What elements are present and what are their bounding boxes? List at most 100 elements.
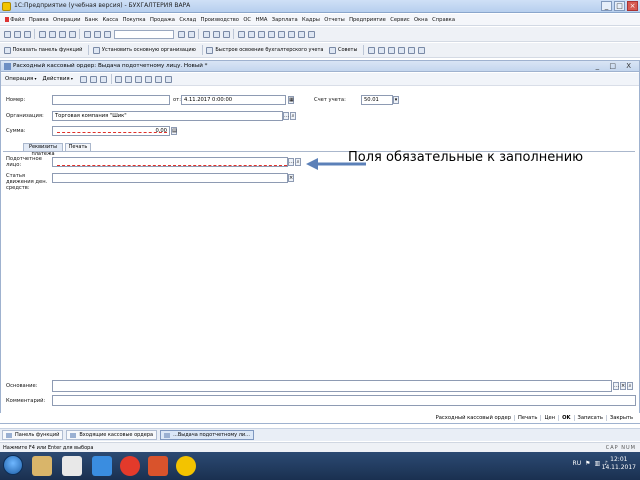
menu-cash[interactable]: Касса bbox=[100, 17, 120, 23]
search-combo[interactable] bbox=[114, 29, 174, 39]
chart-icon[interactable] bbox=[387, 46, 395, 54]
clear-icon[interactable]: × bbox=[288, 174, 294, 182]
window-tab-functions-panel[interactable]: Панель функций bbox=[2, 430, 64, 440]
advice-button[interactable]: Советы bbox=[327, 46, 357, 54]
menu-purchase[interactable]: Покупка bbox=[120, 17, 147, 23]
explorer-icon[interactable] bbox=[32, 456, 52, 476]
menu-operations[interactable]: Операции bbox=[51, 17, 83, 23]
network-icon[interactable]: ▥ bbox=[594, 460, 600, 467]
operation-menu[interactable]: Операция bbox=[5, 76, 37, 82]
window-tab-incoming-orders[interactable]: Входящие кассовые ордера bbox=[66, 430, 158, 440]
search-icon[interactable]: ⌕ bbox=[290, 112, 296, 120]
cut-icon[interactable] bbox=[38, 30, 46, 38]
search-prev-icon[interactable] bbox=[187, 30, 195, 38]
menu-file[interactable]: Файл bbox=[3, 17, 27, 23]
menu-reports[interactable]: Отчеты bbox=[322, 17, 347, 23]
open-icon[interactable] bbox=[13, 30, 21, 38]
menu-help[interactable]: Справка bbox=[430, 17, 457, 23]
ffwd-icon[interactable] bbox=[287, 30, 295, 38]
close-icon[interactable]: × bbox=[627, 1, 638, 11]
menu-enterprise[interactable]: Предприятие bbox=[347, 17, 388, 23]
text-icon[interactable] bbox=[247, 30, 255, 38]
menu-bank[interactable]: Банк bbox=[83, 17, 101, 23]
help-icon[interactable] bbox=[222, 30, 230, 38]
print-form-button[interactable]: Расходный кассовый ордер bbox=[433, 415, 514, 421]
media-player-icon[interactable] bbox=[62, 456, 82, 476]
system-clock[interactable]: 12:01 14.11.2017 bbox=[602, 456, 636, 472]
table-icon[interactable] bbox=[237, 30, 245, 38]
unpost-icon[interactable] bbox=[125, 75, 133, 83]
window-tab-current-document[interactable]: ...Выдача подотчетному ли... bbox=[160, 430, 254, 440]
step-icon[interactable] bbox=[277, 30, 285, 38]
save-button[interactable]: Записать bbox=[573, 415, 606, 421]
help-icon[interactable] bbox=[165, 75, 173, 83]
undo-icon[interactable] bbox=[83, 30, 91, 38]
search-next-icon[interactable] bbox=[177, 30, 185, 38]
document-window-controls[interactable]: _ □ X bbox=[596, 62, 635, 70]
grid-icon[interactable] bbox=[257, 30, 265, 38]
menu-edit[interactable]: Правка bbox=[27, 17, 51, 23]
save-icon[interactable] bbox=[23, 30, 31, 38]
show-functions-panel-button[interactable]: Показать панель функций bbox=[2, 46, 82, 54]
menu-service[interactable]: Сервис bbox=[388, 17, 412, 23]
add-icon[interactable] bbox=[80, 75, 88, 83]
menu-fixed-assets[interactable]: ОС bbox=[241, 17, 253, 23]
structure-icon[interactable] bbox=[145, 75, 153, 83]
start-button-icon[interactable] bbox=[3, 455, 23, 475]
comment-field[interactable] bbox=[52, 395, 636, 406]
play-icon[interactable] bbox=[267, 30, 275, 38]
redo-icon[interactable] bbox=[93, 30, 101, 38]
tab-payment-details[interactable]: Реквизиты платежа bbox=[23, 143, 63, 157]
ellipsis-icon[interactable]: … bbox=[288, 158, 294, 166]
find-icon[interactable] bbox=[103, 30, 111, 38]
post-icon[interactable] bbox=[115, 75, 123, 83]
movements-icon[interactable] bbox=[135, 75, 143, 83]
menu-hr[interactable]: Кадры bbox=[300, 17, 322, 23]
set-main-org-button[interactable]: Установить основную организацию bbox=[91, 46, 196, 54]
dt-kt-icon[interactable] bbox=[155, 75, 163, 83]
date-field[interactable]: 4.11.2017 0:00:00 bbox=[181, 95, 286, 105]
list-icon[interactable] bbox=[417, 46, 425, 54]
tools-icon[interactable] bbox=[297, 30, 305, 38]
calculator-icon[interactable]: ▤ bbox=[171, 127, 177, 135]
calendar-icon[interactable] bbox=[212, 30, 220, 38]
close-button[interactable]: Закрыть bbox=[605, 415, 636, 421]
journal-icon[interactable] bbox=[377, 46, 385, 54]
clear-icon[interactable]: × bbox=[620, 382, 626, 390]
copy-icon[interactable] bbox=[90, 75, 98, 83]
calendar-icon[interactable]: ▦ bbox=[288, 96, 294, 104]
calculator-icon[interactable] bbox=[202, 30, 210, 38]
quick-start-button[interactable]: Быстрое освоение бухгалтерского учета bbox=[205, 46, 323, 54]
flag-icon[interactable]: ⚑ bbox=[585, 460, 590, 467]
menu-salary[interactable]: Зарплата bbox=[270, 17, 300, 23]
settings-icon[interactable] bbox=[307, 30, 315, 38]
delete-icon[interactable] bbox=[100, 75, 108, 83]
1c-app-icon[interactable] bbox=[176, 456, 196, 476]
menu-warehouse[interactable]: Склад bbox=[177, 17, 198, 23]
chevron-down-icon[interactable]: ▾ bbox=[393, 96, 399, 104]
language-indicator[interactable]: RU bbox=[573, 460, 582, 467]
document-icon[interactable] bbox=[397, 46, 405, 54]
basis-field[interactable] bbox=[52, 380, 612, 392]
actions-menu[interactable]: Действия bbox=[43, 76, 73, 82]
folder-icon[interactable] bbox=[407, 46, 415, 54]
ellipsis-icon[interactable]: … bbox=[613, 382, 619, 390]
menu-intangibles[interactable]: НМА bbox=[253, 17, 269, 23]
amount-field[interactable]: 0,00 bbox=[52, 126, 170, 136]
ok-button[interactable]: OK bbox=[558, 415, 573, 421]
internet-explorer-icon[interactable] bbox=[92, 456, 112, 476]
copy-icon[interactable] bbox=[48, 30, 56, 38]
price-button[interactable]: Цен bbox=[540, 415, 558, 421]
maximize-icon[interactable]: □ bbox=[614, 1, 625, 11]
new-document-icon[interactable] bbox=[3, 30, 11, 38]
menu-sales[interactable]: Продажа bbox=[148, 17, 177, 23]
paste-icon[interactable] bbox=[58, 30, 66, 38]
powerpoint-icon[interactable] bbox=[148, 456, 168, 476]
search-icon[interactable]: ⌕ bbox=[295, 158, 301, 166]
cash-item-field[interactable] bbox=[52, 173, 288, 183]
yandex-browser-icon[interactable] bbox=[120, 456, 140, 476]
minimize-icon[interactable]: _ bbox=[601, 1, 612, 11]
ellipsis-icon[interactable]: … bbox=[283, 112, 289, 120]
report-icon[interactable] bbox=[367, 46, 375, 54]
number-field[interactable] bbox=[52, 95, 170, 105]
